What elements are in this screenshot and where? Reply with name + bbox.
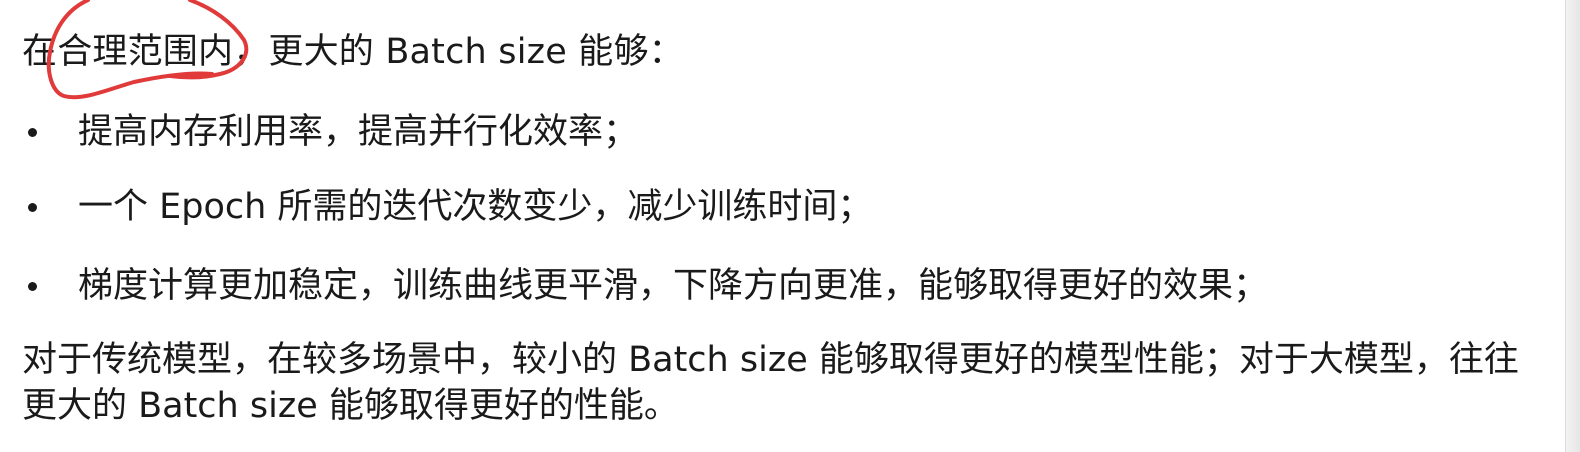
bullet-dot-icon	[28, 128, 37, 137]
slide-content: 在合理范围内，更大的 Batch size 能够： 提高内存利用率，提高并行化效…	[0, 0, 1580, 452]
intro-text: 在合理范围内，更大的 Batch size 能够：	[22, 32, 684, 72]
bullet-text: 梯度计算更加稳定，训练曲线更平滑，下降方向更准，能够取得更好的效果；	[78, 266, 1269, 306]
bullet-dot-icon	[28, 282, 37, 291]
right-edge-border	[1565, 0, 1580, 452]
closing-paragraph: 对于传统模型，在较多场景中，较小的 Batch size 能够取得更好的模型性能…	[22, 340, 1519, 426]
bullet-dot-icon	[28, 203, 37, 212]
bullet-text: 提高内存利用率，提高并行化效率；	[78, 112, 639, 152]
bullet-text: 一个 Epoch 所需的迭代次数变少，减少训练时间；	[78, 187, 873, 227]
